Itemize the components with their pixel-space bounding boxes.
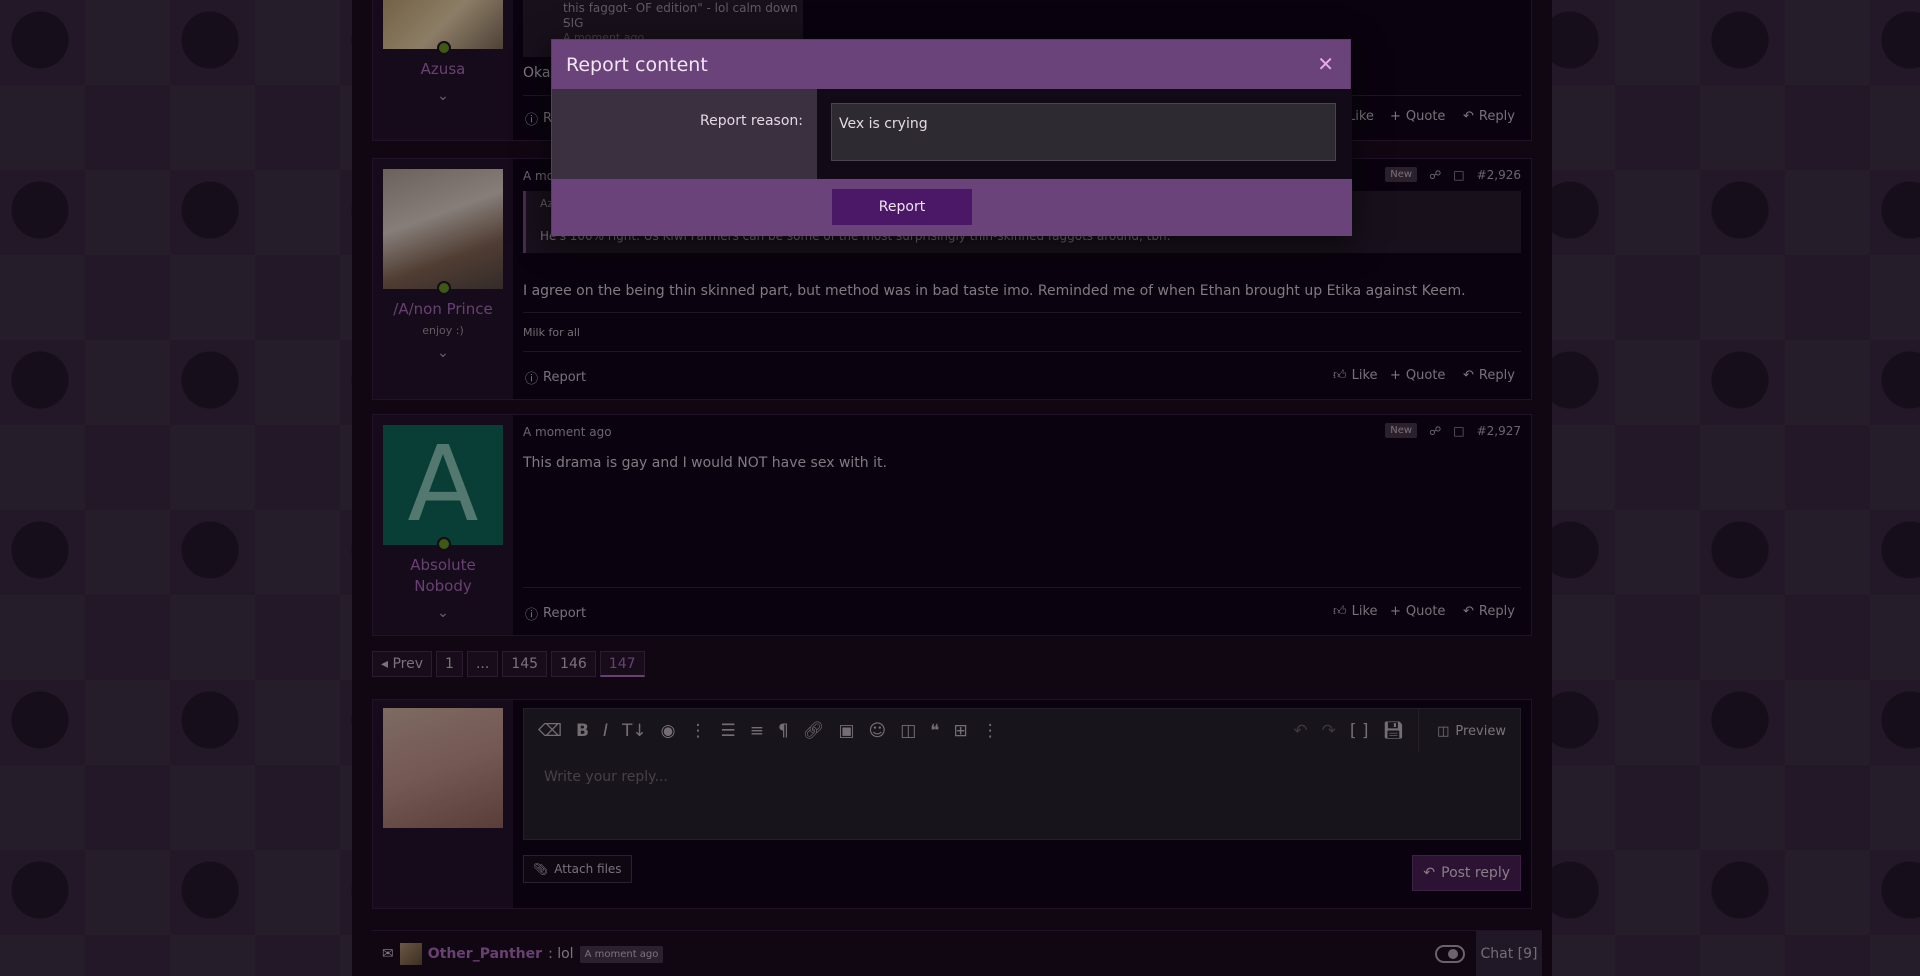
modal-footer: Report: [552, 179, 1352, 236]
modal-header: Report content ✕: [552, 40, 1350, 89]
report-reason-input[interactable]: Vex is crying: [831, 103, 1336, 161]
report-reason-label: Report reason:: [552, 89, 817, 179]
modal-title: Report content: [566, 53, 708, 76]
modal-form-row: Report reason: Vex is crying: [552, 89, 1352, 179]
report-reason-cell: Vex is crying: [817, 89, 1352, 179]
close-icon[interactable]: ✕: [1317, 52, 1334, 76]
report-submit-button[interactable]: Report: [832, 189, 972, 225]
report-modal: Report content ✕ Report reason: Vex is c…: [551, 39, 1352, 236]
